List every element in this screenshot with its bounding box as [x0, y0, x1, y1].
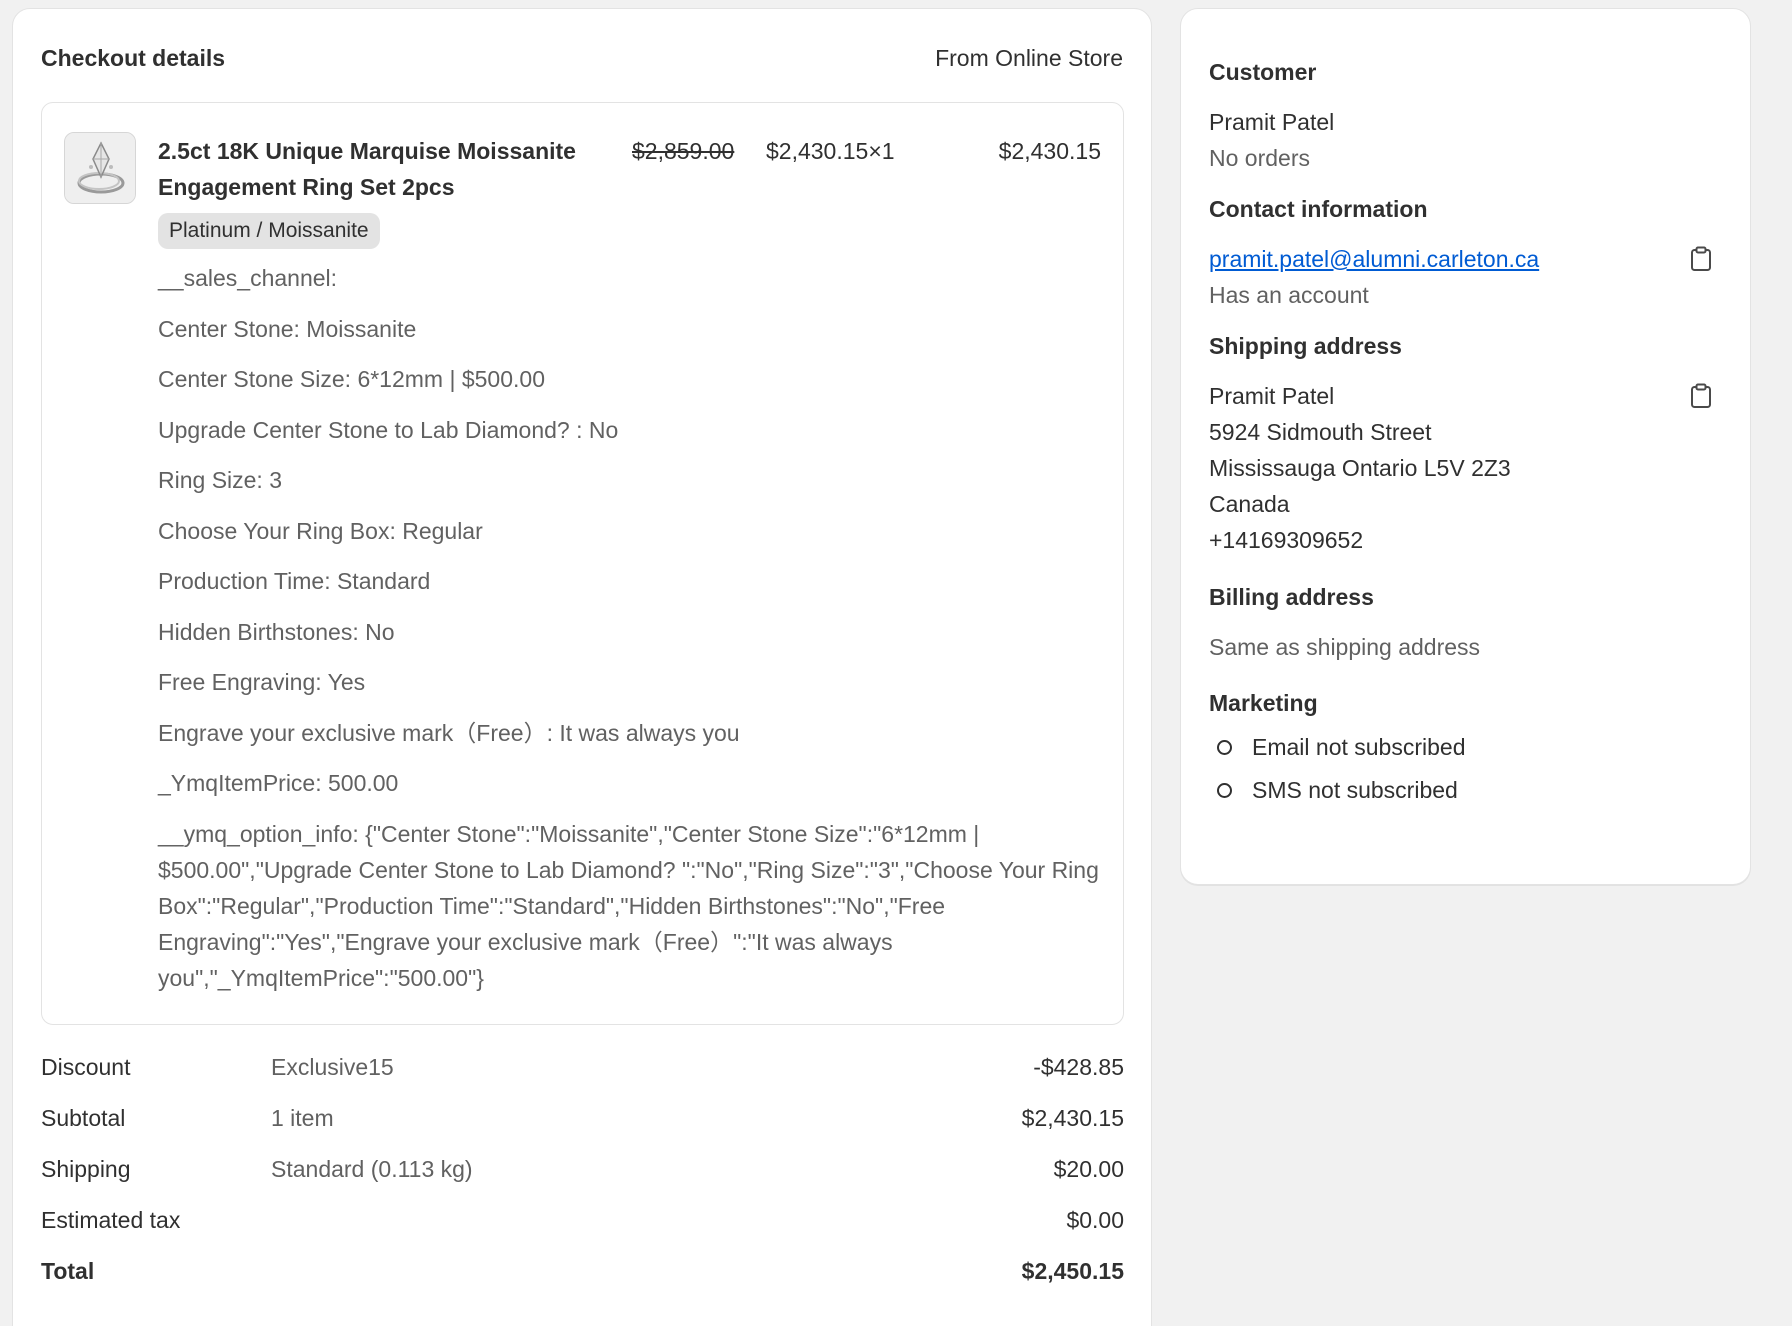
- summary-discount-row: Discount Exclusive15 -$428.85: [41, 1049, 1124, 1100]
- shipping-address-block: Pramit Patel 5924 Sidmouth Street Missis…: [1209, 378, 1722, 558]
- customer-card-content: Customer Pramit Patel No orders Contact …: [1209, 54, 1722, 812]
- address-line: Pramit Patel: [1209, 383, 1335, 409]
- customer-card: Customer Pramit Patel No orders Contact …: [1180, 8, 1751, 885]
- ring-thumbnail-icon[interactable]: [64, 132, 136, 204]
- marketing-heading: Marketing: [1209, 690, 1318, 716]
- subtotal-items: 1 item: [271, 1105, 334, 1131]
- email-marketing-label: Email not subscribed: [1252, 734, 1466, 760]
- sms-marketing-status: SMS not subscribed: [1209, 769, 1722, 812]
- tax-label: Estimated tax: [41, 1207, 181, 1233]
- total-amount: $2,450.15: [1021, 1258, 1124, 1284]
- summary-total-row: Total $2,450.15: [41, 1253, 1124, 1304]
- discount-code: Exclusive15: [271, 1054, 394, 1080]
- email-marketing-status: Email not subscribed: [1209, 726, 1722, 769]
- billing-address-text: Same as shipping address: [1209, 634, 1481, 660]
- summary-shipping-row: Shipping Standard (0.113 kg) $20.00: [41, 1151, 1124, 1202]
- sms-marketing-label: SMS not subscribed: [1252, 777, 1458, 803]
- shipping-address-heading: Shipping address: [1209, 333, 1402, 359]
- address-line: 5924 Sidmouth Street: [1209, 419, 1432, 445]
- property-line: Production Time: Standard: [158, 568, 431, 594]
- subtotal-label: Subtotal: [41, 1105, 126, 1131]
- unit-price-quantity: $2,430.15×1: [766, 138, 895, 164]
- copy-address-button[interactable]: [1686, 381, 1716, 411]
- discount-label: Discount: [41, 1054, 131, 1080]
- property-line: Ring Size: 3: [158, 467, 283, 493]
- summary-tax-row: Estimated tax $0.00: [41, 1202, 1124, 1253]
- shipping-amount: $20.00: [1053, 1156, 1124, 1182]
- checkout-header: Checkout details From Online Store: [41, 45, 1123, 72]
- tax-amount: $0.00: [1066, 1207, 1124, 1233]
- option-info-json: __ymq_option_info: {"Center Stone":"Mois…: [158, 820, 1099, 991]
- property-line: Choose Your Ring Box: Regular: [158, 517, 483, 544]
- subtotal-amount: $2,430.15: [1021, 1105, 1124, 1131]
- account-status: Has an account: [1209, 282, 1369, 308]
- property-line: __sales_channel:: [158, 265, 338, 291]
- line-item-properties: __sales_channel: Center Stone: Moissanit…: [158, 260, 1103, 1010]
- status-circle-icon: [1217, 783, 1232, 798]
- variant-badge: Platinum / Moissanite: [158, 213, 380, 249]
- order-source: From Online Store: [935, 45, 1123, 71]
- contact-block: pramit.patel@alumni.carleton.ca Has an a…: [1209, 241, 1722, 313]
- property-line: _YmqItemPrice: 500.00: [158, 770, 399, 796]
- status-circle-icon: [1217, 740, 1232, 755]
- property-line: Upgrade Center Stone to Lab Diamond? : N…: [158, 416, 619, 443]
- property-line: Center Stone: Moissanite: [158, 315, 417, 342]
- checkout-details-card: Checkout details From Online Store 2.5ct…: [12, 8, 1152, 1326]
- email-link[interactable]: pramit.patel@alumni.carleton.ca: [1209, 246, 1539, 272]
- summary-subtotal-row: Subtotal 1 item $2,430.15: [41, 1100, 1124, 1151]
- shipping-method: Standard (0.113 kg): [271, 1156, 473, 1182]
- product-title-link[interactable]: 2.5ct 18K Unique Marquise Moissanite Eng…: [158, 133, 628, 205]
- address-line: Mississauga Ontario L5V 2Z3: [1209, 455, 1511, 481]
- checkout-title: Checkout details: [41, 45, 226, 71]
- line-total: $2,430.15: [998, 138, 1101, 164]
- customer-name-link[interactable]: Pramit Patel: [1209, 104, 1722, 140]
- payment-summary: Discount Exclusive15 -$428.85 Subtotal 1…: [41, 1049, 1124, 1304]
- clipboard-icon: [1691, 383, 1711, 408]
- line-item: 2.5ct 18K Unique Marquise Moissanite Eng…: [41, 102, 1124, 1025]
- billing-address-heading: Billing address: [1209, 584, 1374, 610]
- total-label: Total: [41, 1258, 95, 1284]
- customer-heading: Customer: [1209, 59, 1317, 85]
- address-phone: +14169309652: [1209, 527, 1364, 553]
- address-line: Canada: [1209, 491, 1290, 517]
- property-line: Engrave your exclusive mark（Free）: It wa…: [158, 719, 740, 746]
- contact-heading: Contact information: [1209, 196, 1428, 222]
- clipboard-icon: [1691, 246, 1711, 271]
- compare-at-price: $2,859.00: [632, 138, 735, 164]
- marketing-list: Email not subscribed SMS not subscribed: [1209, 726, 1722, 812]
- order-page: Checkout details From Online Store 2.5ct…: [0, 0, 1792, 1326]
- discount-amount: -$428.85: [1033, 1054, 1124, 1080]
- customer-orders: No orders: [1209, 145, 1310, 171]
- shipping-label: Shipping: [41, 1156, 131, 1182]
- property-line: Free Engraving: Yes: [158, 669, 366, 695]
- copy-email-button[interactable]: [1686, 244, 1716, 274]
- property-line: Center Stone Size: 6*12mm | $500.00: [158, 366, 545, 392]
- property-line: Hidden Birthstones: No: [158, 618, 395, 645]
